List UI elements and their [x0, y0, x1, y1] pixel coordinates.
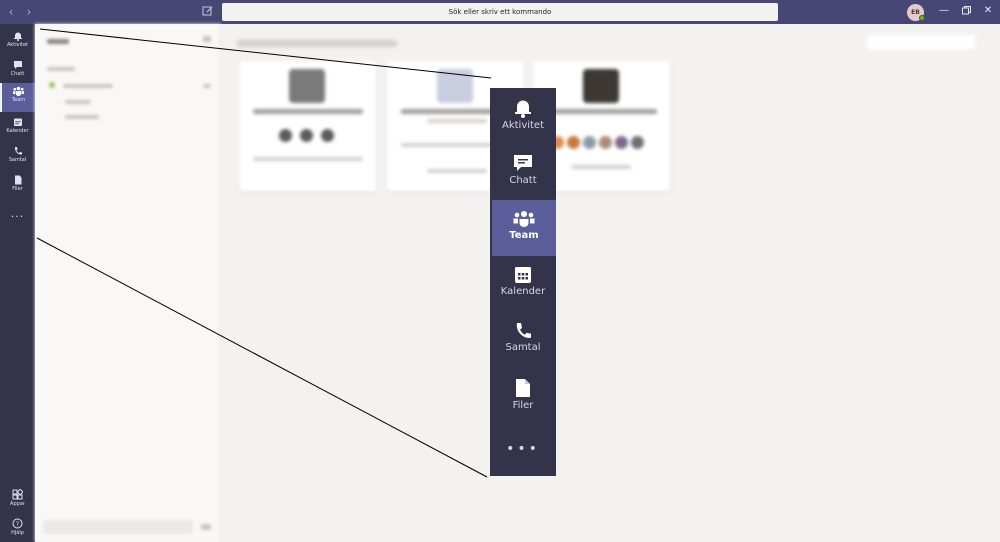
search-teams-input[interactable] — [867, 35, 975, 49]
file-icon — [14, 175, 21, 185]
zoom-item-filer[interactable]: Filer — [490, 368, 556, 424]
teams-icon — [513, 211, 535, 227]
team-name[interactable] — [63, 84, 113, 88]
team-card-description — [253, 157, 363, 161]
rail-item-aktivitet[interactable]: Aktivitet — [0, 28, 35, 57]
zoom-item-aktivitet[interactable]: Aktivitet — [490, 88, 556, 144]
rail-item-team[interactable]: Team — [0, 83, 35, 112]
team-list-title — [47, 39, 69, 44]
team-card-logo — [437, 69, 473, 103]
rail-item-hjalp[interactable]: ? Hjälp — [0, 515, 35, 542]
calendar-icon — [13, 118, 22, 126]
presence-indicator — [919, 15, 925, 21]
file-icon — [516, 379, 530, 397]
bell-icon — [13, 32, 22, 41]
team-avatar — [49, 82, 55, 88]
svg-text:?: ? — [16, 521, 19, 528]
member-avatar — [615, 136, 628, 149]
title-bar: ‹ › Sök eller skriv ett kommando EB — ✕ — [0, 0, 1000, 24]
settings-icon[interactable] — [201, 524, 211, 530]
zoom-item-samtal[interactable]: Samtal — [490, 312, 556, 368]
zoom-item-chatt[interactable]: Chatt — [490, 144, 556, 200]
team-card-logo — [289, 69, 325, 103]
back-icon[interactable]: ‹ — [6, 4, 16, 20]
search-input[interactable]: Sök eller skriv ett kommando — [222, 3, 778, 21]
navigation-arrows: ‹ › — [6, 4, 34, 20]
zoom-item-team[interactable]: Team — [492, 200, 556, 256]
phone-icon — [516, 323, 531, 338]
rail-item-chatt[interactable]: Chatt — [0, 57, 35, 86]
member-avatar — [321, 129, 334, 142]
app-rail: Aktivitet Chatt Team Kalender Samtal Fil… — [0, 24, 35, 542]
teams-icon — [13, 86, 24, 96]
help-icon: ? — [12, 518, 23, 529]
rail-item-kalender[interactable]: Kalender — [0, 114, 35, 143]
member-avatar — [567, 136, 580, 149]
rail-item-samtal[interactable]: Samtal — [0, 143, 35, 172]
team-more-icon[interactable] — [203, 84, 211, 88]
team-list-section — [47, 67, 75, 71]
zoom-item-kalender[interactable]: Kalender — [490, 256, 556, 312]
more-apps-icon[interactable]: ... — [0, 207, 35, 220]
team-card[interactable] — [239, 61, 376, 191]
restore-icon[interactable] — [959, 4, 973, 18]
rail-item-filer[interactable]: Filer — [0, 172, 35, 201]
main-content — [221, 24, 1000, 542]
more-apps-icon[interactable]: ••• — [490, 442, 556, 456]
filter-icon[interactable] — [203, 36, 211, 42]
apps-icon — [12, 489, 23, 500]
team-card-description — [427, 169, 487, 173]
phone-icon — [14, 147, 22, 155]
member-avatar — [583, 136, 596, 149]
join-team-button[interactable] — [43, 520, 193, 534]
member-avatar — [599, 136, 612, 149]
member-avatar — [631, 136, 644, 149]
team-card-name-line2 — [427, 119, 487, 123]
close-icon[interactable]: ✕ — [981, 4, 995, 18]
bell-icon — [515, 100, 531, 118]
channel-item[interactable] — [65, 100, 91, 104]
team-card-logo — [583, 69, 619, 103]
minimize-icon[interactable]: — — [937, 4, 951, 18]
team-list-panel — [35, 24, 221, 542]
forward-icon[interactable]: › — [24, 4, 34, 20]
team-card-name — [547, 109, 657, 114]
main-heading — [237, 40, 397, 47]
team-card-description — [571, 165, 631, 169]
channel-item[interactable] — [65, 115, 99, 119]
member-avatar — [279, 129, 292, 142]
zoom-callout: Aktivitet Chatt Team Kalender Samtal Fil… — [490, 88, 556, 476]
member-avatar — [300, 129, 313, 142]
chat-icon — [514, 155, 532, 171]
team-card-name — [253, 109, 363, 114]
compose-icon[interactable] — [202, 5, 214, 17]
rail-item-appar[interactable]: Appar — [0, 486, 35, 515]
calendar-icon — [515, 267, 531, 283]
chat-icon — [13, 61, 22, 69]
